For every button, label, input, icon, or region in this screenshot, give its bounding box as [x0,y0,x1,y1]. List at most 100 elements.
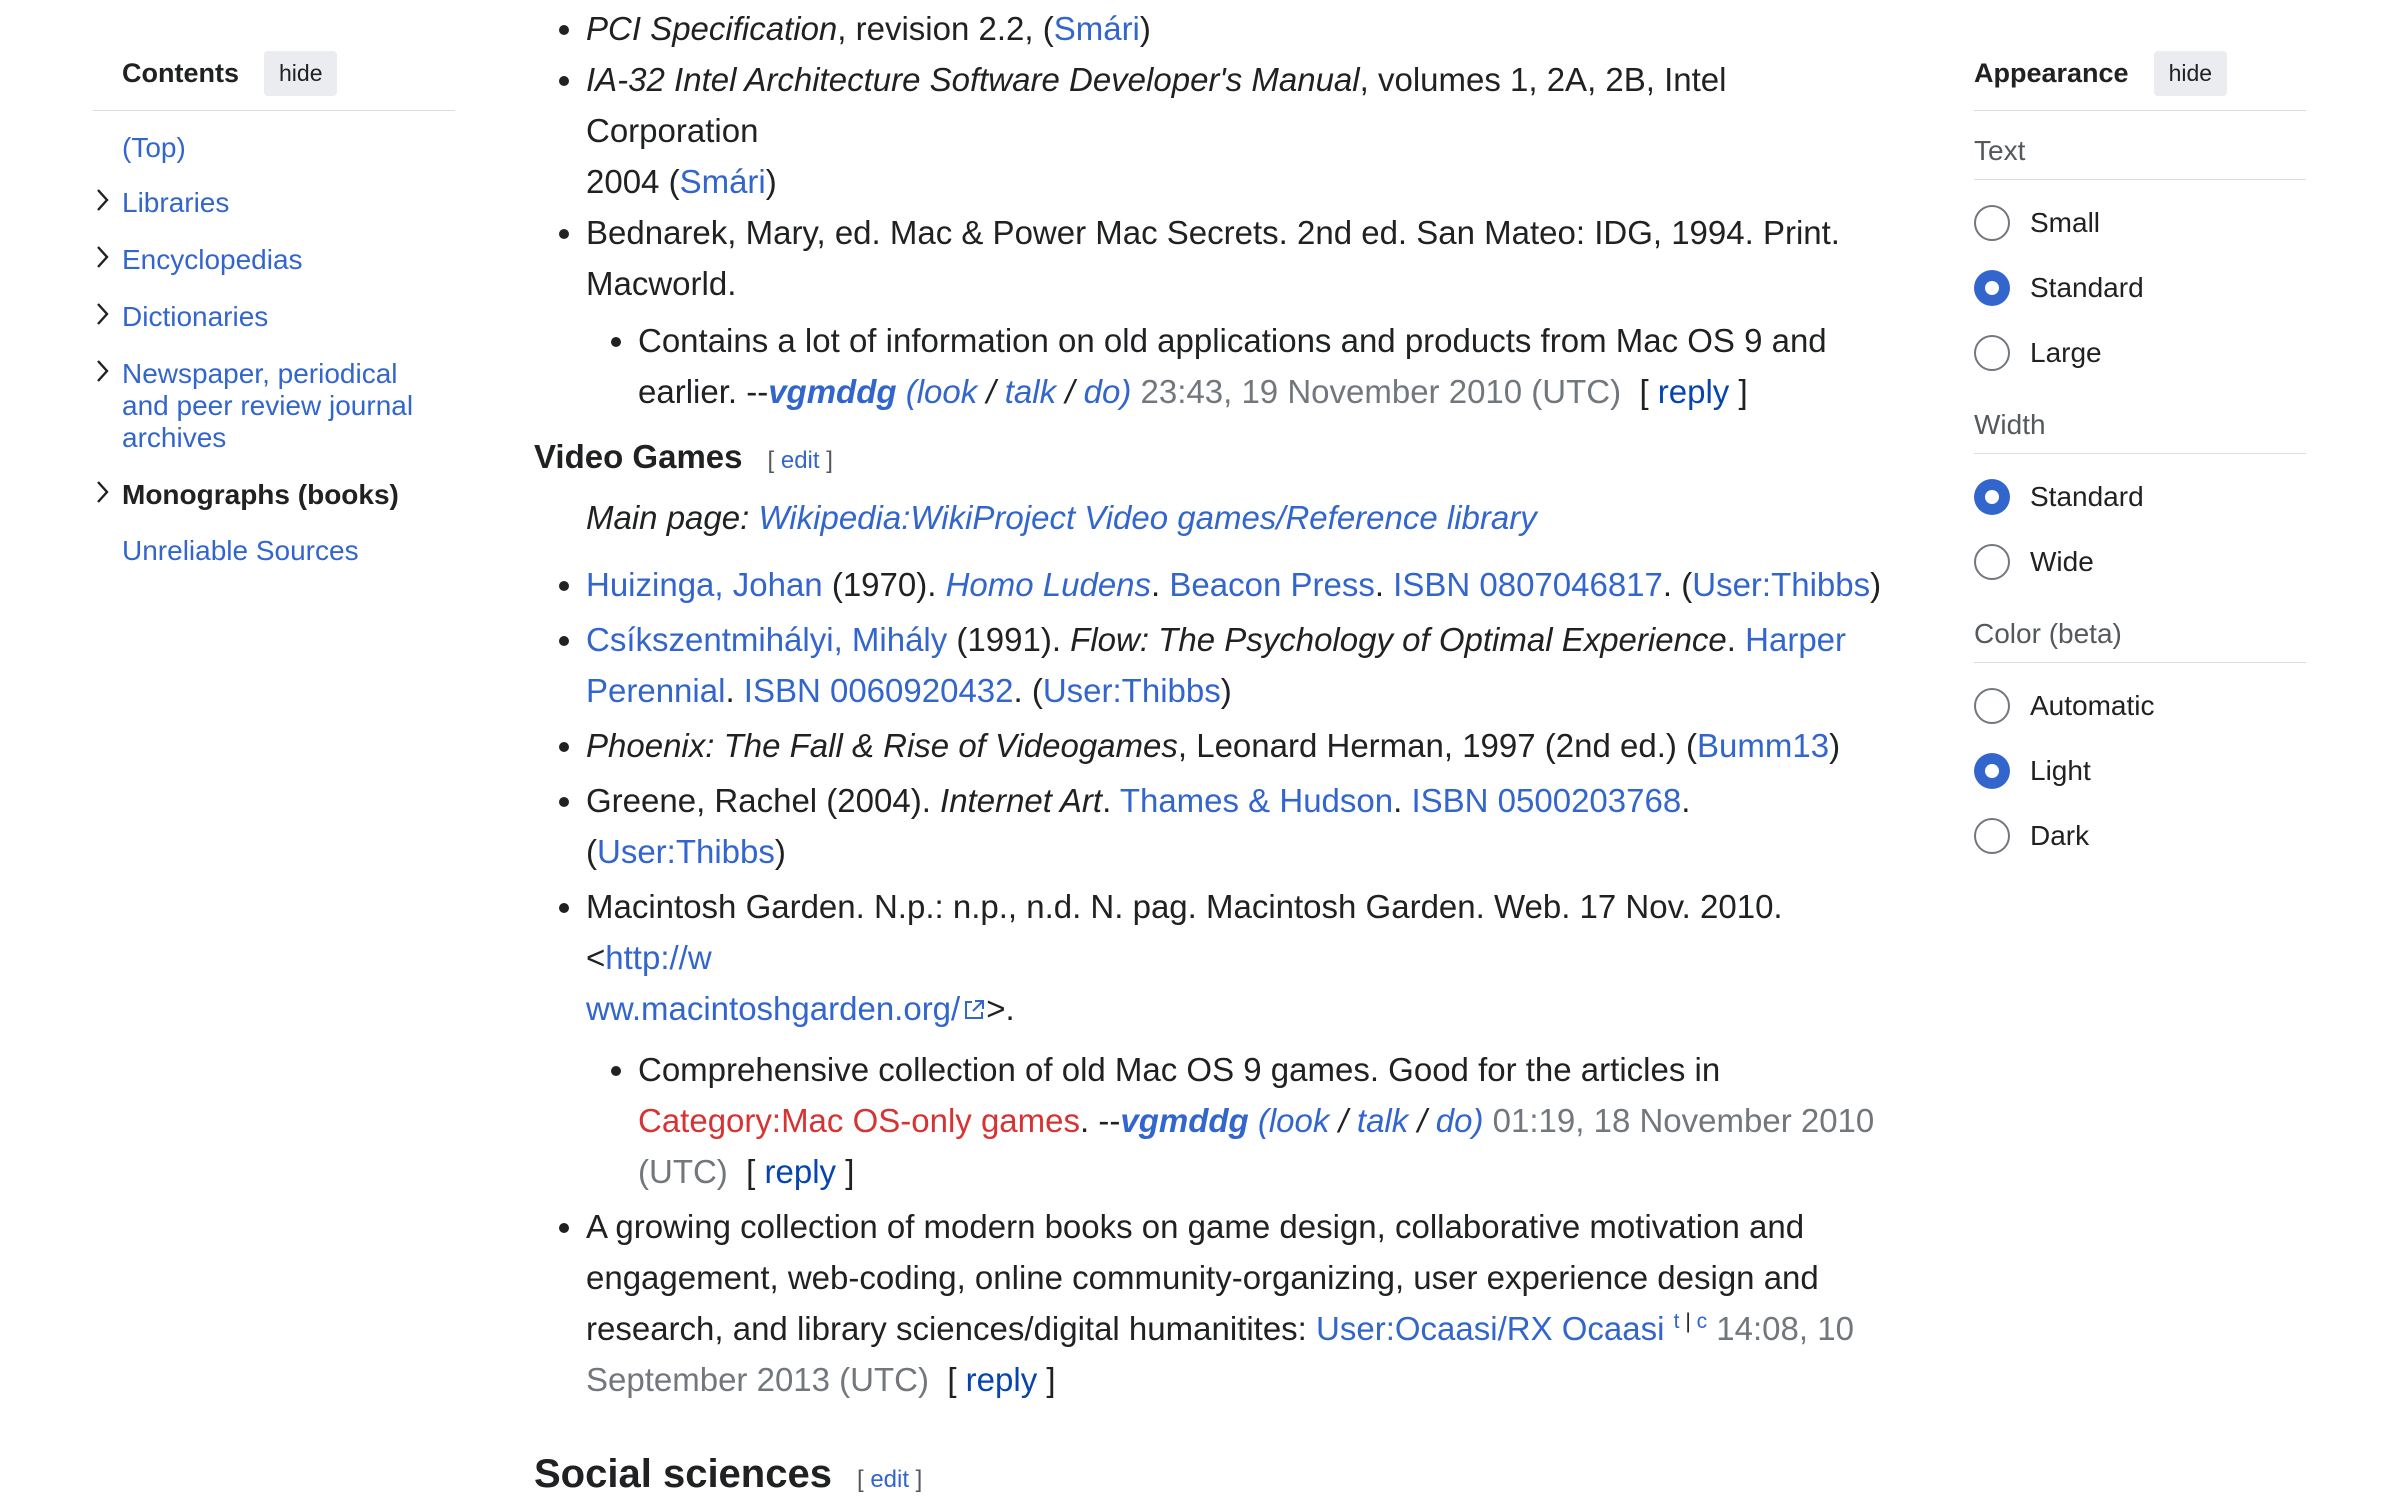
text-size-option-standard[interactable]: Standard [1974,255,2306,320]
radio-button[interactable] [1974,543,2010,580]
color-option-automatic[interactable]: Automatic [1974,673,2306,738]
toc-item-monographs[interactable]: Monographs (books) [93,479,455,511]
toc-item-libraries[interactable]: Libraries [93,187,455,219]
radio-button[interactable] [1974,204,2010,241]
publisher-link[interactable]: Beacon Press [1169,566,1374,603]
signature-user-link[interactable]: vgmddg [1120,1102,1248,1139]
reply-link[interactable]: reply [1658,373,1730,410]
sig-do-link[interactable]: do [1436,1102,1473,1139]
citation-text: 2004 ( [586,163,680,200]
chevron-right-icon[interactable] [93,243,113,271]
toc-item-label[interactable]: Dictionaries [122,301,268,332]
color-option-dark[interactable]: Dark [1974,803,2306,868]
user-link[interactable]: User:Thibbs [1043,672,1221,709]
title-link[interactable]: Homo Ludens [946,566,1151,603]
edit-link[interactable]: edit [870,1466,909,1493]
external-url-link[interactable]: ww.macintoshgarden.org/ [586,990,960,1027]
user-link[interactable]: Smári [680,163,766,200]
sig-look-link[interactable]: look [917,373,978,410]
citation-text: Macintosh Garden. N.p.: n.p., n.d. N. pa… [586,888,1783,976]
signature-user-link[interactable]: vgmddg [768,373,896,410]
citation-title: PCI Specification [586,10,838,47]
toc-item-label[interactable]: Monographs (books) [122,479,399,510]
list-item: A growing collection of modern books on … [586,1201,1894,1405]
sig-talk-link[interactable]: talk [1357,1102,1408,1139]
toc-item-label[interactable]: Encyclopedias [122,244,303,275]
publisher-link[interactable]: Harper [1745,621,1846,658]
user-link[interactable]: User:Thibbs [597,833,775,870]
sig-talk-link[interactable]: talk [1005,373,1056,410]
comment-text: Comprehensive collection of old Mac OS 9… [638,1051,1721,1088]
user-link[interactable]: User:Ocaasi/RX Ocaasi [1316,1310,1664,1347]
chevron-right-icon[interactable] [93,357,113,385]
chevron-right-icon[interactable] [93,300,113,328]
external-url-link[interactable]: http://w [605,939,711,976]
isbn-link[interactable]: ISBN 0060920432 [744,672,1014,709]
appearance-hide-button[interactable]: hide [2153,50,2228,96]
radio-button-selected[interactable] [1974,269,2010,306]
toc-item-label[interactable]: Unreliable Sources [122,535,359,566]
publisher-link[interactable]: Perennial [586,672,725,709]
toc-item-unreliable-sources[interactable]: Unreliable Sources [93,535,455,567]
option-label[interactable]: Light [2030,755,2091,787]
author-link[interactable]: Csíkszentmihályi, Mihály [586,621,947,658]
radio-button[interactable] [1974,334,2010,371]
user-link[interactable]: Bumm13 [1697,727,1829,764]
publisher-link[interactable]: Thames & Hudson [1120,782,1393,819]
color-option-light[interactable]: Light [1974,738,2306,803]
citation-text: Greene, Rachel (2004). [586,782,941,819]
citation-title[interactable]: Homo Ludens [946,566,1151,603]
citation-text: (1970). [822,566,946,603]
toc-item-dictionaries[interactable]: Dictionaries [93,301,455,333]
option-label[interactable]: Standard [2030,272,2144,304]
width-option-wide[interactable]: Wide [1974,529,2306,594]
comment-item: Comprehensive collection of old Mac OS 9… [638,1044,1894,1197]
user-link[interactable]: User:Thibbs [1692,566,1870,603]
talk-link[interactable]: t [1674,1310,1680,1333]
radio-button-selected[interactable] [1974,752,2010,789]
radio-button[interactable] [1974,687,2010,724]
citation-title: IA-32 Intel Architecture Software Develo… [586,61,1360,98]
external-link-icon [965,1000,985,1019]
chevron-right-icon[interactable] [93,186,113,214]
text-size-option-large[interactable]: Large [1974,320,2306,385]
hatnote: Main page: Wikipedia:WikiProject Video g… [534,492,1894,543]
isbn-link[interactable]: ISBN 0500203768 [1411,782,1681,819]
sig-do-link[interactable]: do [1084,373,1121,410]
option-label[interactable]: Dark [2030,820,2089,852]
edit-link[interactable]: edit [781,447,820,474]
toc-item-label[interactable]: Libraries [122,187,229,218]
toc-item-encyclopedias[interactable]: Encyclopedias [93,244,455,276]
main-page-link[interactable]: Wikipedia:WikiProject Video games/Refere… [758,499,1536,536]
timestamp: 23:43, 19 November 2010 (UTC) [1140,373,1622,410]
option-label[interactable]: Wide [2030,546,2094,578]
option-label[interactable]: Large [2030,337,2102,369]
option-label[interactable]: Automatic [2030,690,2155,722]
section-heading-video-games: Video Games [ edit ] [534,431,1894,486]
radio-button[interactable] [1974,817,2010,854]
citation-text: , revision 2.2, ( [837,10,1054,47]
reply-link[interactable]: reply [765,1153,837,1190]
radio-button-selected[interactable] [1974,478,2010,515]
toc-item-top[interactable]: (Top) [93,132,455,164]
edit-section: [ edit ] [856,1466,923,1493]
width-option-standard[interactable]: Standard [1974,464,2306,529]
toc-item-label[interactable]: Newspaper, periodical and peer review jo… [122,358,413,453]
option-label[interactable]: Standard [2030,481,2144,513]
toc-item-newspaper-archives[interactable]: Newspaper, periodical and peer review jo… [93,358,442,454]
author-link[interactable]: Huizinga, Johan [586,566,823,603]
text-group-label: Text [1974,117,2306,180]
contribs-link[interactable]: c [1697,1310,1708,1333]
list-item: Macintosh Garden. N.p.: n.p., n.d. N. pa… [586,881,1894,1197]
reply-link[interactable]: reply [966,1361,1038,1398]
user-link[interactable]: Smári [1054,10,1140,47]
option-label[interactable]: Small [2030,207,2100,239]
chevron-right-icon[interactable] [93,478,113,506]
category-redlink[interactable]: Category:Mac OS-only games [638,1102,1080,1139]
isbn-link[interactable]: ISBN 0807046817 [1393,566,1663,603]
appearance-header: Appearance hide [1974,48,2306,111]
sig-look-link[interactable]: look [1269,1102,1330,1139]
toc-hide-button[interactable]: hide [264,50,338,96]
toc-item-label[interactable]: (Top) [122,132,186,163]
text-size-option-small[interactable]: Small [1974,190,2306,255]
